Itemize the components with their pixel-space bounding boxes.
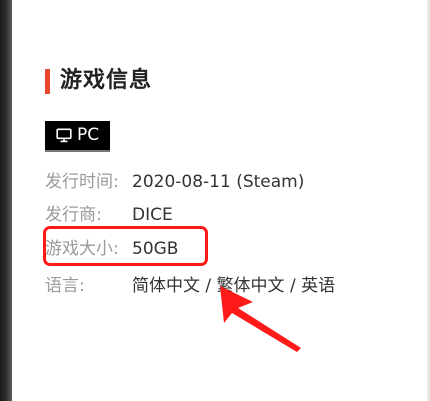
annotation-arrow-icon — [220, 286, 301, 352]
